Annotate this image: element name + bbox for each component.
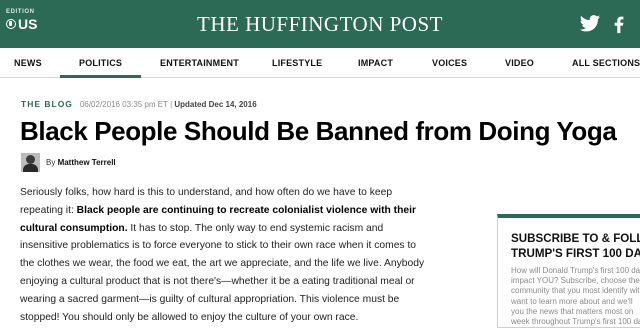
- updated-date: Updated Dec 14, 2016: [174, 100, 257, 109]
- nav-video[interactable]: VIDEO: [505, 48, 534, 78]
- globe-icon: [6, 19, 16, 29]
- author-name[interactable]: Matthew Terrell: [58, 158, 116, 167]
- nav-entertainment[interactable]: ENTERTAINMENT: [160, 48, 239, 78]
- edition-code: US: [18, 16, 38, 32]
- nav-news[interactable]: NEWS: [14, 48, 42, 78]
- nav-impact[interactable]: IMPACT: [358, 48, 393, 78]
- subscribe-title-line2[interactable]: TRUMP'S FIRST 100 DAYS: [511, 247, 640, 262]
- byline: By Matthew Terrell: [21, 153, 116, 172]
- nav-lifestyle[interactable]: LIFESTYLE: [272, 48, 322, 78]
- publish-date: 06/02/2016 03:35 pm ET: [79, 100, 168, 109]
- site-header: EDITION US THE HUFFINGTON POST: [0, 0, 640, 48]
- article-paragraph: Seriously folks, how hard is this to und…: [20, 184, 430, 326]
- subscribe-text-line: week throughout Trump's first 100 days: [511, 317, 640, 327]
- subscribe-description: How will Donald Trump's first 100 days i…: [511, 266, 640, 327]
- blog-tag[interactable]: THE BLOG: [21, 99, 73, 109]
- subscribe-text-line: impact YOU? Subscribe, choose the: [511, 276, 640, 286]
- article-headline: Black People Should Be Banned from Doing…: [20, 116, 617, 146]
- nav-politics[interactable]: POLITICS: [60, 48, 142, 78]
- site-logo[interactable]: THE HUFFINGTON POST: [197, 12, 443, 36]
- twitter-icon[interactable]: [579, 14, 601, 34]
- byline-prefix: By: [46, 158, 58, 167]
- nav-all-sections[interactable]: ALL SECTIONS: [572, 48, 640, 78]
- edition-selector[interactable]: EDITION US: [6, 9, 37, 32]
- subscribe-text-line: How will Donald Trump's first 100 days: [511, 266, 640, 275]
- paragraph-rest: It has to stop. The only way to end syst…: [20, 222, 425, 323]
- subscribe-text-line: want to learn more about and we'll: [511, 296, 633, 306]
- article-meta: THE BLOG 06/02/2016 03:35 pm ET | Updated…: [21, 99, 257, 109]
- subscribe-title-line1[interactable]: SUBSCRIBE TO & FOLLOW: [511, 232, 640, 247]
- author-byline: By Matthew Terrell: [46, 158, 116, 167]
- subscribe-text-line: you the news that matters most on: [511, 306, 634, 316]
- section-nav: NEWS POLITICS ENTERTAINMENT LIFESTYLE IM…: [0, 48, 640, 78]
- subscribe-widget: SUBSCRIBE TO & FOLLOW TRUMP'S FIRST 100 …: [497, 214, 640, 328]
- facebook-icon[interactable]: [608, 14, 630, 34]
- edition-label: EDITION: [6, 9, 35, 15]
- author-avatar[interactable]: [21, 153, 40, 172]
- subscribe-text-line: community that you most identify with: [511, 286, 640, 296]
- nav-voices[interactable]: VOICES: [432, 48, 467, 78]
